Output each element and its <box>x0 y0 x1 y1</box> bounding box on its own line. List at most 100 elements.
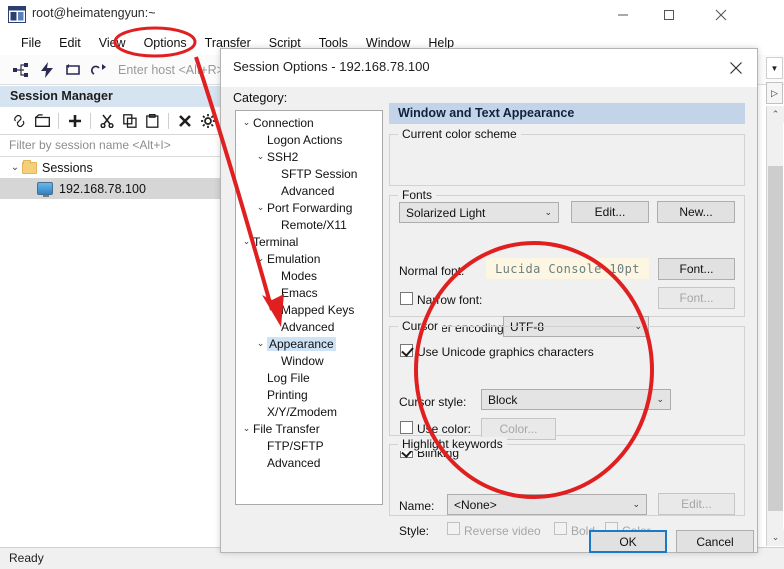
color-scheme-group: Current color scheme <box>389 127 745 186</box>
chevron-down-icon[interactable]: ⌄ <box>240 117 253 128</box>
chevron-down-icon[interactable]: ⌄ <box>254 338 267 349</box>
category-item-label: Log File <box>267 370 310 385</box>
category-item-emulation[interactable]: ⌄ Emulation <box>236 250 382 267</box>
new-folder-icon[interactable] <box>31 110 54 132</box>
chevron-down-icon[interactable]: ⌄ <box>254 202 267 213</box>
chevron-down-icon[interactable]: ⌄ <box>254 253 267 264</box>
category-item-connection[interactable]: ⌄ Connection <box>236 114 382 131</box>
menu-edit[interactable]: Edit <box>50 33 90 53</box>
category-item-terminal[interactable]: ⌄ Terminal <box>236 233 382 250</box>
category-item-printing[interactable]: Printing <box>236 386 382 403</box>
category-item-file-transfer[interactable]: ⌄ File Transfer <box>236 420 382 437</box>
category-item-label: Emacs <box>281 285 318 300</box>
maximize-button[interactable] <box>646 0 692 30</box>
chevron-down-icon[interactable]: ⌄ <box>240 423 253 434</box>
category-item-label: Terminal <box>253 234 299 249</box>
cursor-style-value: Block <box>488 393 518 407</box>
scroll-down-arrow-icon[interactable]: ⌄ <box>767 529 784 546</box>
dialog-close-icon[interactable] <box>721 55 751 81</box>
normal-font-button-label: Font... <box>679 262 714 276</box>
menu-view[interactable]: View <box>90 33 135 53</box>
category-item-mapped-keys[interactable]: Mapped Keys <box>236 301 382 318</box>
properties-gear-icon[interactable] <box>196 110 219 132</box>
reverse-video-label: Reverse video <box>464 524 541 538</box>
toolbar-divider <box>168 112 169 129</box>
quick-connect-icon[interactable] <box>34 58 60 82</box>
copy-icon[interactable] <box>118 110 141 132</box>
title-bar: root@heimatengyun:~ <box>0 0 784 30</box>
category-item-label: Printing <box>267 387 308 402</box>
delete-icon[interactable] <box>173 110 196 132</box>
session-root-label: Sessions <box>42 160 93 175</box>
connect-sftp-icon[interactable] <box>86 58 112 82</box>
toolbar-divider <box>58 112 59 129</box>
narrow-font-checkbox[interactable] <box>400 292 413 305</box>
category-item-x-y-zmodem[interactable]: X/Y/Zmodem <box>236 403 382 420</box>
session-item-label: 192.168.78.100 <box>59 181 146 196</box>
session-item-192-168-78-100[interactable]: 192.168.78.100 <box>0 178 222 199</box>
ok-button[interactable]: OK <box>589 530 667 553</box>
highlight-edit-button: Edit... <box>658 493 735 515</box>
category-item-ftp-sftp[interactable]: FTP/SFTP <box>236 437 382 454</box>
use-color-checkbox[interactable] <box>400 421 413 434</box>
cursor-style-combo[interactable]: Block ⌄ <box>481 389 671 410</box>
highlight-edit-button-label: Edit... <box>681 497 712 511</box>
normal-font-button[interactable]: Font... <box>658 258 735 280</box>
app-icon <box>8 6 26 23</box>
minimize-button[interactable] <box>600 0 646 30</box>
scroll-up-arrow-icon[interactable]: ⌃ <box>767 106 784 123</box>
session-manager-panel: Session Manager Filter by session name <… <box>0 86 222 547</box>
menu-file[interactable]: File <box>12 33 50 53</box>
category-item-label: Advanced <box>267 455 321 470</box>
menu-options[interactable]: Options <box>135 33 196 53</box>
close-button[interactable] <box>698 0 744 30</box>
session-filter-input[interactable]: Filter by session name <Alt+I> <box>0 135 222 157</box>
category-item-emacs[interactable]: Emacs <box>236 284 382 301</box>
chevron-down-icon: ⌄ <box>656 394 664 404</box>
category-item-port-forwarding[interactable]: ⌄ Port Forwarding <box>236 199 382 216</box>
reconnect-icon[interactable] <box>60 58 86 82</box>
category-item-label: Emulation <box>267 251 321 266</box>
category-item-label: Logon Actions <box>267 132 343 147</box>
application-window: root@heimatengyun:~ File Edit View Optio… <box>0 0 784 569</box>
category-item-advanced[interactable]: Advanced <box>236 454 382 471</box>
tab-next-button[interactable]: ▷ <box>766 82 783 104</box>
category-item-label: Connection <box>253 115 314 130</box>
category-item-remote-x11[interactable]: Remote/X11 <box>236 216 382 233</box>
narrow-font-button: Font... <box>658 287 735 309</box>
scrollbar-thumb[interactable] <box>768 166 783 511</box>
highlight-name-combo[interactable]: <None> ⌄ <box>447 494 647 515</box>
cancel-button[interactable]: Cancel <box>676 530 754 553</box>
category-item-window[interactable]: Window <box>236 352 382 369</box>
category-item-label: Port Forwarding <box>267 200 353 215</box>
cursor-group-label: Cursor <box>398 319 443 333</box>
category-item-appearance[interactable]: ⌄ Appearance <box>236 335 382 352</box>
category-item-logon-actions[interactable]: Logon Actions <box>236 131 382 148</box>
highlight-keywords-group-label: Highlight keywords <box>398 437 507 451</box>
paste-icon[interactable] <box>141 110 164 132</box>
category-tree[interactable]: ⌄ Connection Logon Actions ⌄ SSH2 SFTP Sessio… <box>235 110 383 505</box>
cut-icon[interactable] <box>95 110 118 132</box>
category-item-advanced[interactable]: Advanced <box>236 182 382 199</box>
category-item-label: File Transfer <box>253 421 320 436</box>
session-tree-root[interactable]: ⌄ Sessions <box>0 157 222 178</box>
category-item-ssh2[interactable]: ⌄ SSH2 <box>236 148 382 165</box>
highlight-style-label: Style: <box>399 524 430 538</box>
add-icon[interactable] <box>63 110 86 132</box>
category-item-modes[interactable]: Modes <box>236 267 382 284</box>
category-item-label: Advanced <box>281 183 335 198</box>
reverse-video-checkbox <box>447 522 460 535</box>
connect-icon[interactable] <box>8 58 34 82</box>
link-icon[interactable] <box>8 110 31 132</box>
chevron-down-icon[interactable]: ⌄ <box>240 236 253 247</box>
tab-dropdown-button[interactable]: ▼ <box>766 57 783 79</box>
cursor-color-button-label: Color... <box>499 422 538 436</box>
chevron-down-icon[interactable]: ⌄ <box>254 151 267 162</box>
category-item-advanced[interactable]: Advanced <box>236 318 382 335</box>
narrow-font-label: Narrow font: <box>417 293 483 307</box>
chevron-down-icon[interactable]: ⌄ <box>8 162 22 173</box>
host-input[interactable]: Enter host <Alt+R> <box>118 63 224 77</box>
category-item-sftp-session[interactable]: SFTP Session <box>236 165 382 182</box>
category-item-log-file[interactable]: Log File <box>236 369 382 386</box>
terminal-vertical-scrollbar[interactable]: ⌃ ⌄ <box>766 106 784 546</box>
